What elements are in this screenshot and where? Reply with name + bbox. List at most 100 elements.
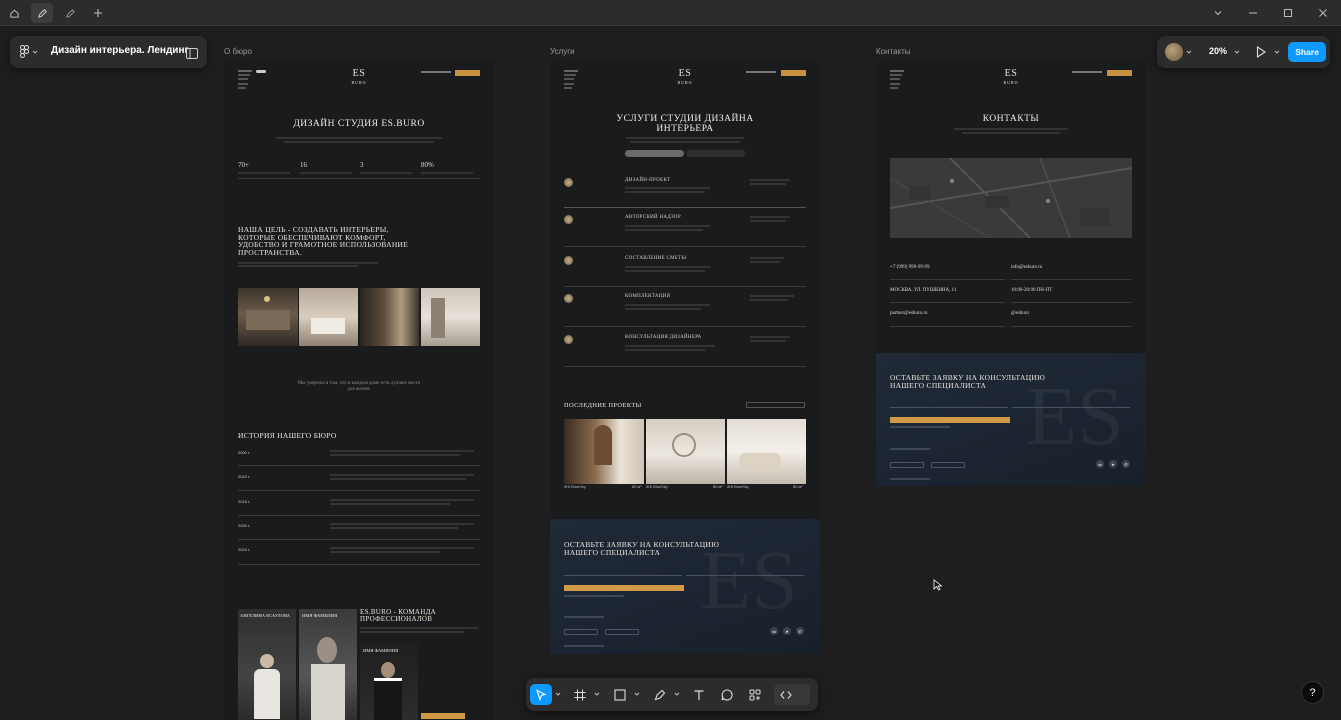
team-member-name: ИМЯ ФАМИЛИЯ: [302, 613, 338, 618]
tools-toolbar: [526, 678, 818, 711]
play-icon[interactable]: [1256, 46, 1266, 58]
map: [890, 158, 1132, 238]
project-caption: ЖК BlueSky: [727, 484, 749, 489]
components-tool-icon[interactable]: [744, 684, 766, 705]
site-cta-button: [1107, 70, 1132, 76]
tab-design: [625, 150, 684, 157]
stat-years: 16: [300, 161, 307, 169]
frame-tool-icon[interactable]: [569, 684, 591, 705]
site-header: ES BURO: [876, 61, 1146, 85]
site-header: ES BURO: [550, 61, 820, 85]
home-icon[interactable]: [3, 3, 25, 23]
vk-icon: vk: [1096, 460, 1104, 468]
comment-tool-icon[interactable]: [716, 684, 738, 705]
frame-label-services[interactable]: Услуги: [550, 47, 575, 56]
design-file-tab-icon[interactable]: [31, 3, 53, 23]
telegram-icon: ➤: [1109, 460, 1117, 468]
chevron-down-icon[interactable]: [674, 691, 680, 697]
contact-email: info@esburo.ru: [1011, 265, 1043, 270]
chevron-down-icon[interactable]: [555, 691, 561, 697]
interior-photo: [360, 288, 419, 346]
move-tool-icon[interactable]: [530, 684, 552, 705]
project-area: 80 м²: [793, 484, 803, 489]
team-photo: [238, 609, 296, 720]
project-photo: [564, 419, 644, 484]
history-title: ИСТОРИЯ НАШЕГО БЮРО: [238, 431, 337, 440]
history-year: 2020 г.: [238, 523, 251, 528]
whatsapp-icon: ✆: [1122, 460, 1130, 468]
site-logo: ES BURO: [677, 68, 693, 86]
site-cta-button: [455, 70, 480, 76]
history-year: 2024 г.: [238, 547, 251, 552]
quote-text: Мы уверены в том, что в каждом доме есть…: [297, 381, 421, 392]
chevron-down-icon[interactable]: [1274, 49, 1280, 55]
main-menu-button[interactable]: [20, 45, 38, 58]
stat-percent: 80%: [421, 161, 434, 169]
help-button[interactable]: ?: [1301, 681, 1324, 704]
service-item: КОМПЛЕКТАЦИЯ: [625, 294, 671, 299]
minimize-icon[interactable]: [1236, 0, 1270, 26]
frame-label-contacts[interactable]: Контакты: [876, 47, 911, 56]
frame-about[interactable]: ES BURO ДИЗАЙН СТУДИЯ ES.BURO 70+ 16 3 80…: [224, 61, 494, 720]
maximize-icon[interactable]: [1271, 0, 1305, 26]
chevron-down-icon: [32, 50, 38, 54]
team-member-name: ИМЯ ФАМИЛИЯ: [363, 648, 399, 653]
service-item: АВТОРСКИЙ НАДЗОР: [625, 215, 681, 220]
chevron-down-icon[interactable]: [1201, 0, 1235, 26]
rectangle-tool-icon[interactable]: [609, 684, 631, 705]
chevron-down-icon[interactable]: [1186, 49, 1192, 55]
pen-tool-icon[interactable]: [649, 684, 671, 705]
interior-photo: [238, 288, 298, 346]
file-title[interactable]: Дизайн интерьера. Лендинг: [51, 45, 189, 56]
chevron-down-icon[interactable]: [634, 691, 640, 697]
dev-mode-toggle[interactable]: [774, 684, 810, 705]
team-photo: [360, 644, 418, 720]
sidebar-toggle-icon[interactable]: [186, 46, 198, 64]
share-button[interactable]: Share: [1288, 42, 1326, 62]
contact-partner-email: partner@esburo.ru: [890, 311, 928, 316]
collab-panel: 20% Share: [1157, 36, 1330, 68]
telegram-icon: ➤: [783, 627, 791, 635]
interior-photo: [421, 288, 480, 346]
file-panel: Дизайн интерьера. Лендинг: [10, 36, 207, 68]
hero-title: ДИЗАЙН СТУДИЯ ES.BURO: [293, 119, 425, 129]
site-header: ES BURO: [224, 61, 494, 85]
submit-button: [564, 585, 684, 591]
site-cta-button: [781, 70, 806, 76]
project-area: 80 м²: [713, 484, 723, 489]
whatsapp-icon: ✆: [796, 627, 804, 635]
project-photo: [646, 419, 725, 484]
projects-title: ПОСЛЕДНИЕ ПРОЕКТЫ: [564, 402, 642, 409]
cta-title: ОСТАВЬТЕ ЗАЯВКУ НА КОНСУЛЬТАЦИЮ НАШЕГО С…: [564, 540, 720, 557]
frame-contacts[interactable]: ES BURO КОНТАКТЫ +7 (999) 999-99-99 info@…: [876, 61, 1146, 486]
project-caption: ЖК BlueSky: [646, 484, 668, 489]
service-item: КОНСУЛЬТАЦИЯ ДИЗАЙНЕРА: [625, 335, 702, 340]
second-file-tab-icon[interactable]: [59, 3, 81, 23]
site-logo: ES BURO: [1003, 68, 1019, 86]
cta-title: ОСТАВЬТЕ ЗАЯВКУ НА КОНСУЛЬТАЦИЮ НАШЕГО С…: [890, 373, 1046, 390]
consultation-section: ES ОСТАВЬТЕ ЗАЯВКУ НА КОНСУЛЬТАЦИЮ НАШЕГ…: [876, 353, 1146, 486]
text-tool-icon[interactable]: [688, 684, 710, 705]
service-item: СОСТАВЛЕНИЕ СМЕТЫ: [625, 256, 687, 261]
stat-awards: 3: [360, 161, 364, 169]
avatar[interactable]: [1165, 43, 1183, 61]
hero-title: КОНТАКТЫ: [982, 114, 1040, 124]
site-logo: ES BURO: [351, 68, 367, 86]
contact-phone: +7 (999) 999-99-99: [890, 265, 930, 270]
close-icon[interactable]: [1306, 0, 1340, 26]
submit-button: [890, 417, 1010, 423]
frame-label-about[interactable]: О бюро: [224, 47, 252, 56]
new-tab-icon[interactable]: [87, 3, 109, 23]
chevron-down-icon[interactable]: [594, 691, 600, 697]
history-year: 2000 г.: [238, 450, 251, 455]
interior-photo: [299, 288, 358, 346]
zoom-level[interactable]: 20%: [1209, 46, 1227, 56]
project-photo: [727, 419, 806, 484]
chevron-down-icon[interactable]: [1234, 49, 1240, 55]
frame-services[interactable]: ES BURO УСЛУГИ СТУДИИ ДИЗАЙНА ИНТЕРЬЕРА Д…: [550, 61, 820, 654]
history-year: 2015 г.: [238, 499, 251, 504]
code-icon: [780, 690, 792, 699]
goal-title: НАША ЦЕЛЬ - СОЗДАВАТЬ ИНТЕРЬЕРЫ, КОТОРЫЕ…: [238, 225, 409, 257]
consultation-section: ES ОСТАВЬТЕ ЗАЯВКУ НА КОНСУЛЬТАЦИЮ НАШЕГ…: [550, 519, 820, 654]
vk-icon: vk: [770, 627, 778, 635]
